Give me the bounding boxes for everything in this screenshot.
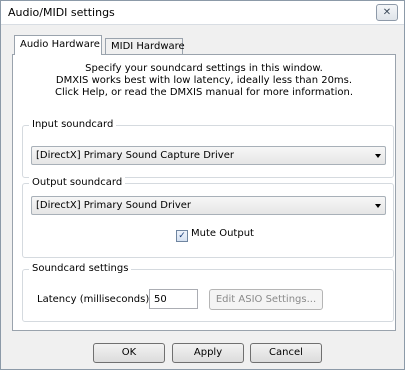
audio-midi-settings-dialog: Audio/MIDI settings ✕ Audio Hardware MID…: [0, 0, 405, 370]
mute-output-label: Mute Output: [191, 228, 254, 239]
title-bar: Audio/MIDI settings ✕: [1, 1, 404, 25]
close-icon[interactable]: ✕: [376, 4, 398, 21]
latency-input[interactable]: [149, 289, 198, 309]
input-soundcard-select[interactable]: [DirectX] Primary Sound Capture Driver: [31, 146, 386, 165]
audio-hardware-panel: Specify your soundcard settings in this …: [12, 54, 396, 331]
output-soundcard-value: [DirectX] Primary Sound Driver: [36, 200, 192, 211]
window-title: Audio/MIDI settings: [8, 6, 115, 19]
output-soundcard-select[interactable]: [DirectX] Primary Sound Driver: [31, 196, 386, 215]
output-soundcard-group: Output soundcard [DirectX] Primary Sound…: [22, 177, 394, 258]
edit-asio-settings-button[interactable]: Edit ASIO Settings...: [209, 289, 323, 310]
mute-output-row[interactable]: ✓ Mute Output: [176, 228, 254, 242]
tab-midi-hardware-label: MIDI Hardware: [111, 41, 185, 52]
intro-text: Specify your soundcard settings in this …: [13, 63, 395, 99]
latency-label: Latency (milliseconds):: [37, 294, 153, 305]
tab-audio-hardware-label: Audio Hardware: [20, 39, 100, 50]
mute-output-checkbox[interactable]: ✓: [176, 230, 188, 242]
ok-button[interactable]: OK: [93, 343, 165, 363]
intro-line-1: Specify your soundcard settings in this …: [85, 63, 323, 74]
apply-button[interactable]: Apply: [172, 343, 244, 363]
soundcard-settings-group: Soundcard settings Latency (milliseconds…: [22, 263, 394, 322]
input-soundcard-legend: Input soundcard: [29, 119, 117, 130]
chevron-down-icon: [375, 204, 381, 208]
output-soundcard-legend: Output soundcard: [29, 177, 126, 188]
chevron-down-icon: [375, 154, 381, 158]
input-soundcard-value: [DirectX] Primary Sound Capture Driver: [36, 150, 234, 161]
soundcard-settings-legend: Soundcard settings: [29, 263, 132, 274]
intro-line-3: Click Help, or read the DMXIS manual for…: [54, 87, 354, 98]
intro-line-2: DMXIS works best with low latency, ideal…: [55, 75, 353, 86]
tab-audio-hardware[interactable]: Audio Hardware: [14, 35, 102, 55]
input-soundcard-group: Input soundcard [DirectX] Primary Sound …: [22, 119, 394, 178]
cancel-button[interactable]: Cancel: [250, 343, 322, 363]
tab-midi-hardware[interactable]: MIDI Hardware: [105, 38, 185, 55]
